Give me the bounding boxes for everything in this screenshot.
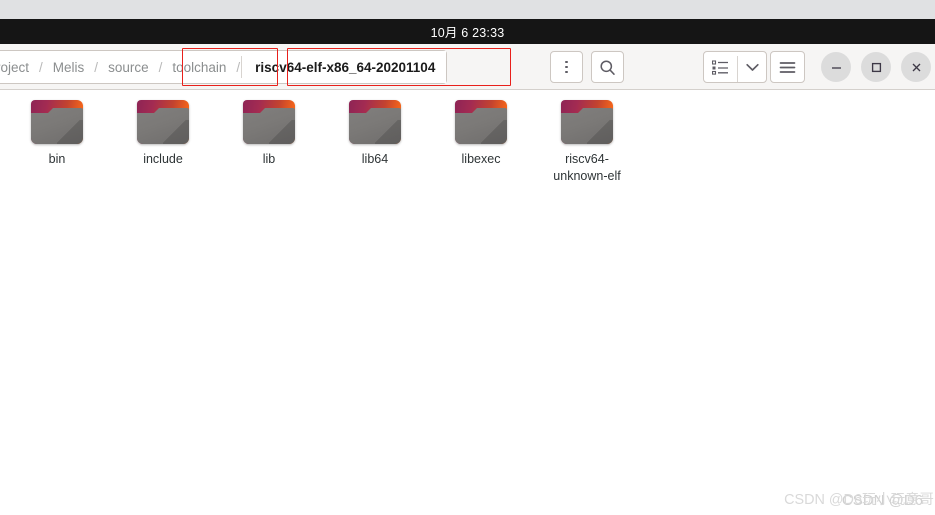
file-item-label: riscv64-unknown-elf [553,152,621,183]
file-item-label: libexec [461,152,501,166]
folder-icon [347,99,403,146]
csdn-watermark: CSDN @D6 CSDN @D6玩小玩意哥 [784,491,934,509]
file-item[interactable]: riscv64-unknown-elf [534,96,640,185]
minimize-icon [831,66,841,69]
window-minimize-button[interactable] [821,52,851,82]
window-maximize-button[interactable] [861,52,891,82]
file-item-label: include [143,152,183,166]
screenshot-root: 10月 6 23:33 roject / Melis / source / to… [0,0,935,515]
close-icon [912,63,920,71]
view-list-button[interactable] [704,52,737,82]
folder-icon [241,99,297,146]
system-clock[interactable]: 10月 6 23:33 [431,22,505,41]
search-button[interactable] [591,51,624,83]
folder-icon-front-plate [455,108,507,144]
folder-icon-front-plate [137,108,189,144]
view-options-dropdown-button[interactable] [738,52,766,82]
file-item[interactable]: include [110,96,216,168]
main-menu-button[interactable] [770,51,805,83]
breadcrumb-item-current[interactable]: riscv64-elf-x86_64-20201104 [242,51,447,83]
list-view-icon [712,59,728,75]
folder-icon-front-plate [243,108,295,144]
folder-icon [29,99,85,146]
folder-icon-front-plate [349,108,401,144]
chevron-down-icon [745,63,759,71]
breadcrumb-item-project[interactable]: roject [0,51,39,83]
hamburger-icon [779,61,796,73]
folder-icon-front-plate [561,108,613,144]
desktop-background-strip [0,0,935,19]
breadcrumb-item-toolchain[interactable]: toolchain [163,51,236,83]
file-item-label: lib [262,152,276,166]
icon-grid: bin include lib lib64 libexec riscv64-unknown… [0,90,935,185]
system-top-bar: 10月 6 23:33 [0,19,935,44]
view-mode-button-group [703,51,767,83]
maximize-icon [871,62,881,72]
breadcrumb-item-melis[interactable]: Melis [43,51,94,83]
file-item[interactable]: lib [216,96,322,168]
file-item[interactable]: libexec [428,96,534,168]
search-icon [600,59,615,75]
breadcrumb: roject / Melis / source / toolchain / ri… [0,50,448,84]
folder-icon [453,99,509,146]
file-item[interactable]: bin [4,96,110,168]
file-item-label: bin [48,152,66,166]
vertical-dots-icon [565,60,568,74]
file-item-label: lib64 [361,152,389,166]
file-listing-area[interactable]: bin include lib lib64 libexec riscv64-unknown… [0,90,935,515]
overflow-menu-button[interactable] [550,51,583,83]
watermark-text-back: CSDN @D6玩小玩意哥 [784,491,934,508]
folder-icon [559,99,615,146]
folder-icon [135,99,191,146]
file-item[interactable]: lib64 [322,96,428,168]
window-close-button[interactable] [901,52,931,82]
folder-icon-front-plate [31,108,83,144]
breadcrumb-item-source[interactable]: source [99,51,158,83]
